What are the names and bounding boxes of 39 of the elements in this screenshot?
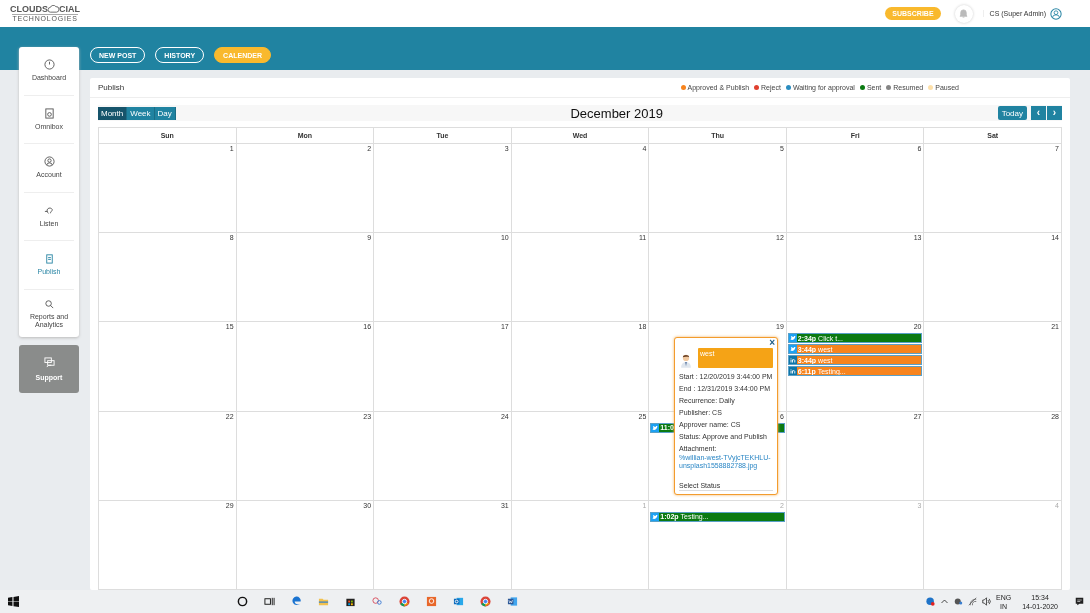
next-button[interactable]: › <box>1047 106 1062 120</box>
task-view-icon[interactable] <box>264 596 275 607</box>
bird-icon <box>651 512 660 521</box>
calendar-title: December 2019 <box>570 105 663 121</box>
folder-icon[interactable] <box>318 596 329 607</box>
user-avatar-icon[interactable] <box>1050 7 1062 20</box>
windows-start-icon[interactable] <box>8 596 19 607</box>
gauge-icon <box>43 59 55 71</box>
panel-title: Publish <box>98 83 125 92</box>
wifi-icon[interactable] <box>968 597 977 606</box>
chat-icon <box>43 357 55 368</box>
bird-icon <box>788 334 797 343</box>
view-tab[interactable]: Day <box>154 106 176 120</box>
bird-icon <box>788 345 797 354</box>
help-icon[interactable] <box>926 597 935 606</box>
document-app-icon[interactable] <box>507 596 518 607</box>
inbox-icon <box>43 107 55 119</box>
user-icon <box>43 156 55 168</box>
bird-icon <box>651 423 660 432</box>
browser-icon[interactable] <box>291 596 302 607</box>
search-icon[interactable] <box>237 596 248 607</box>
view-tab[interactable]: Week <box>127 106 155 120</box>
chevron-up-icon[interactable] <box>940 597 949 606</box>
volume-icon[interactable] <box>982 597 991 606</box>
magnifier-icon <box>43 297 55 309</box>
chrome-icon[interactable] <box>399 596 410 607</box>
chrome-icon[interactable] <box>480 596 491 607</box>
app-icon[interactable] <box>426 596 437 607</box>
view-tab[interactable]: Month <box>98 106 128 120</box>
store-bag-icon[interactable] <box>345 596 356 607</box>
close-button[interactable]: × <box>769 338 775 348</box>
notification-icon[interactable] <box>1075 597 1084 606</box>
linkedin-icon <box>788 367 797 376</box>
today-button[interactable]: Today <box>997 106 1027 120</box>
linkedin-icon <box>788 356 797 365</box>
document-icon <box>43 253 55 265</box>
previous-button[interactable]: ‹ <box>1031 106 1046 120</box>
network-icon[interactable] <box>954 597 963 606</box>
mail-app-icon[interactable] <box>453 596 464 607</box>
